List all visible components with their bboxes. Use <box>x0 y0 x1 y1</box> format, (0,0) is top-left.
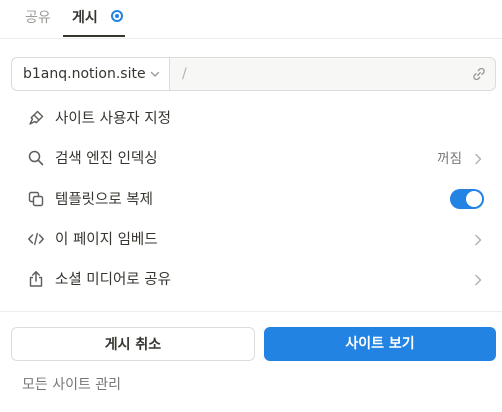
domain-text: b1anq.notion.site <box>23 66 146 82</box>
share-icon <box>29 271 43 287</box>
search-indexing-row[interactable]: 검색 엔진 인덱싱 꺼짐 <box>0 139 502 179</box>
manage-all-sites-link[interactable]: 모든 사이트 관리 <box>22 375 121 395</box>
chevron-down-icon <box>150 71 160 77</box>
published-status-icon <box>111 10 123 22</box>
chevron-right-icon <box>475 274 482 286</box>
duplicate-as-template-toggle[interactable] <box>450 189 484 209</box>
domain-select[interactable]: b1anq.notion.site <box>12 58 170 90</box>
customize-site-label: 사이트 사용자 지정 <box>55 111 171 127</box>
duplicate-as-template-label: 템플릿으로 복제 <box>55 192 153 208</box>
tab-bar: 공유 게시 <box>0 0 502 39</box>
chevron-right-icon <box>475 153 482 165</box>
tab-share[interactable]: 공유 <box>25 8 51 28</box>
duplicate-icon <box>28 191 44 207</box>
site-url-field: b1anq.notion.site / <box>11 57 496 91</box>
unpublish-button[interactable]: 게시 취소 <box>11 327 255 361</box>
divider <box>0 311 502 312</box>
embed-page-row[interactable]: 이 페이지 임베드 <box>0 220 502 260</box>
url-path-input[interactable]: / <box>182 65 187 83</box>
duplicate-as-template-row: 템플릿으로 복제 <box>0 180 502 220</box>
code-icon <box>28 232 44 246</box>
copy-link-icon[interactable] <box>471 66 487 82</box>
embed-page-label: 이 페이지 임베드 <box>55 232 158 248</box>
search-indexing-value: 꺼짐 <box>437 151 462 167</box>
chevron-right-icon <box>475 234 482 246</box>
customize-site-row[interactable]: 사이트 사용자 지정 <box>0 99 502 139</box>
social-share-label: 소셜 미디어로 공유 <box>55 272 171 288</box>
search-icon <box>28 150 44 166</box>
active-tab-indicator <box>63 35 125 37</box>
paintbrush-icon <box>29 110 44 125</box>
tab-publish[interactable]: 게시 <box>72 8 98 28</box>
social-share-row[interactable]: 소셜 미디어로 공유 <box>0 260 502 300</box>
search-indexing-label: 검색 엔진 인덱싱 <box>55 151 158 167</box>
view-site-button[interactable]: 사이트 보기 <box>264 327 496 361</box>
